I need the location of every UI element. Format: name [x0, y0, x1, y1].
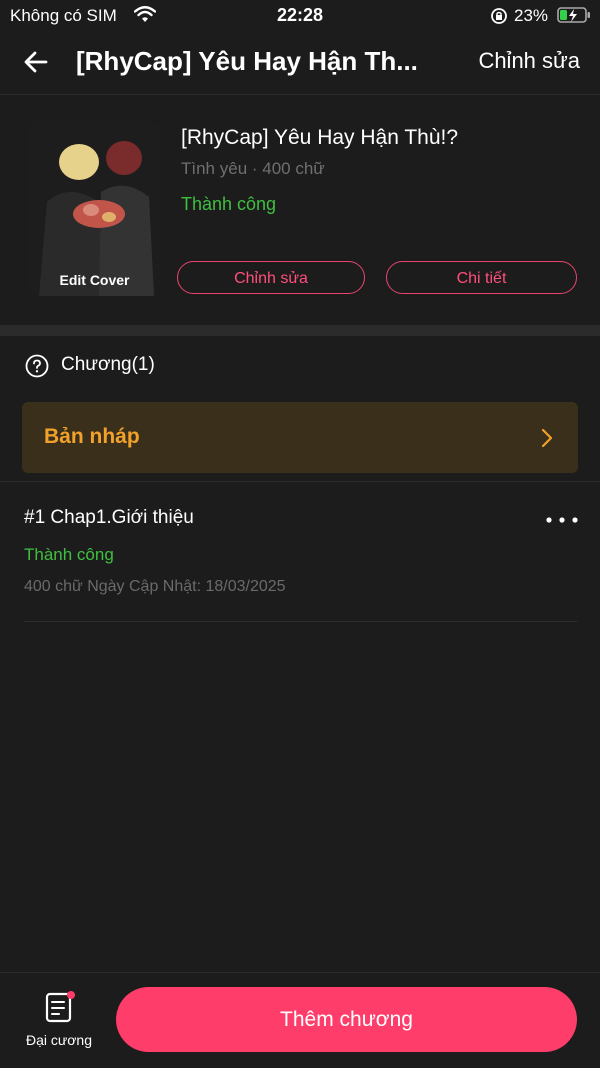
chapter-title: #1 Chap1.Giới thiệu	[24, 507, 194, 528]
book-status: Thành công	[181, 194, 277, 214]
more-options-icon[interactable]	[544, 510, 580, 530]
chapter-meta: 400 chữ Ngày Cập Nhật: 18/03/2025	[24, 578, 286, 595]
battery-percent: 23%	[514, 6, 549, 25]
battery-icon	[557, 7, 590, 23]
outline-label[interactable]: Đại cương	[0, 1032, 118, 1048]
add-chapter-button[interactable]: Thêm chương	[116, 987, 577, 1052]
help-icon[interactable]	[25, 354, 49, 378]
edit-button[interactable]: Chỉnh sửa	[478, 48, 580, 74]
chapters-heading: Chương(1)	[61, 354, 155, 375]
chapter-status: Thành công	[24, 545, 114, 564]
rotation-lock-icon	[491, 8, 507, 24]
drafts-row[interactable]: Bản nháp	[22, 402, 578, 473]
page-title: [RhyCap] Yêu Hay Hận Th...	[76, 46, 418, 76]
book-detail-button[interactable]: Chi tiết	[386, 261, 577, 294]
cover-image	[29, 122, 160, 296]
status-bar: Không có SIM 22:28 23%	[0, 0, 600, 34]
section-separator	[0, 325, 600, 336]
book-meta: Tình yêu · 400 chữ	[181, 159, 325, 178]
divider	[0, 481, 600, 482]
drafts-label: Bản nháp	[44, 425, 140, 448]
edit-cover-label[interactable]: Edit Cover	[29, 272, 160, 288]
clock: 22:28	[276, 5, 324, 25]
chevron-right-icon	[541, 428, 553, 448]
book-cover[interactable]: Edit Cover	[29, 122, 160, 296]
edit-book-button[interactable]: Chỉnh sửa	[177, 261, 365, 294]
outline-notes-icon[interactable]	[44, 990, 76, 1024]
back-arrow-icon[interactable]	[22, 48, 50, 76]
book-title: [RhyCap] Yêu Hay Hận Thù!?	[181, 126, 459, 149]
divider	[24, 621, 577, 622]
top-nav-bar: [RhyCap] Yêu Hay Hận Th... Chỉnh sửa	[0, 34, 600, 95]
